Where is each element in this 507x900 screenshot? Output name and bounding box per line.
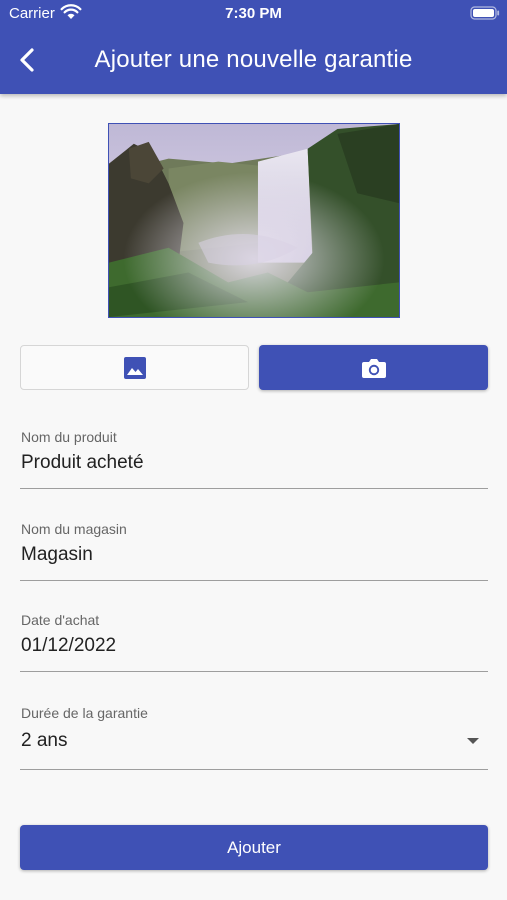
purchase-date-value[interactable]: 01/12/2022 bbox=[21, 635, 116, 657]
product-photo[interactable] bbox=[108, 123, 400, 318]
store-name-value[interactable]: Magasin bbox=[21, 544, 93, 566]
clock: 7:30 PM bbox=[225, 5, 282, 22]
warranty-duration-dropdown[interactable]: Durée de la garantie 2 ans bbox=[20, 700, 488, 770]
warranty-duration-label: Durée de la garantie bbox=[21, 705, 148, 721]
add-button[interactable]: Ajouter bbox=[20, 825, 488, 870]
product-name-label: Nom du produit bbox=[21, 429, 117, 445]
purchase-date-label: Date d'achat bbox=[21, 612, 100, 628]
camera-button[interactable] bbox=[259, 345, 488, 390]
status-bar: Carrier 7:30 PM bbox=[0, 0, 507, 28]
app-bar: Carrier 7:30 PM Ajouter une nouvelle gar… bbox=[0, 0, 507, 94]
store-name-field[interactable]: Nom du magasin Magasin bbox=[20, 517, 488, 581]
gallery-button[interactable] bbox=[20, 345, 249, 390]
landscape-photo bbox=[109, 124, 399, 317]
warranty-duration-value[interactable]: 2 ans bbox=[21, 730, 67, 752]
battery-icon bbox=[470, 6, 500, 20]
page-title: Ajouter une nouvelle garantie bbox=[94, 46, 413, 73]
product-name-value[interactable]: Produit acheté bbox=[21, 452, 144, 474]
dropdown-arrow-icon[interactable] bbox=[466, 737, 480, 745]
purchase-date-field[interactable]: Date d'achat 01/12/2022 bbox=[20, 608, 488, 672]
camera-icon bbox=[361, 358, 386, 378]
store-name-label: Nom du magasin bbox=[21, 521, 127, 537]
image-icon bbox=[123, 356, 146, 379]
product-name-field[interactable]: Nom du produit Produit acheté bbox=[20, 425, 488, 489]
